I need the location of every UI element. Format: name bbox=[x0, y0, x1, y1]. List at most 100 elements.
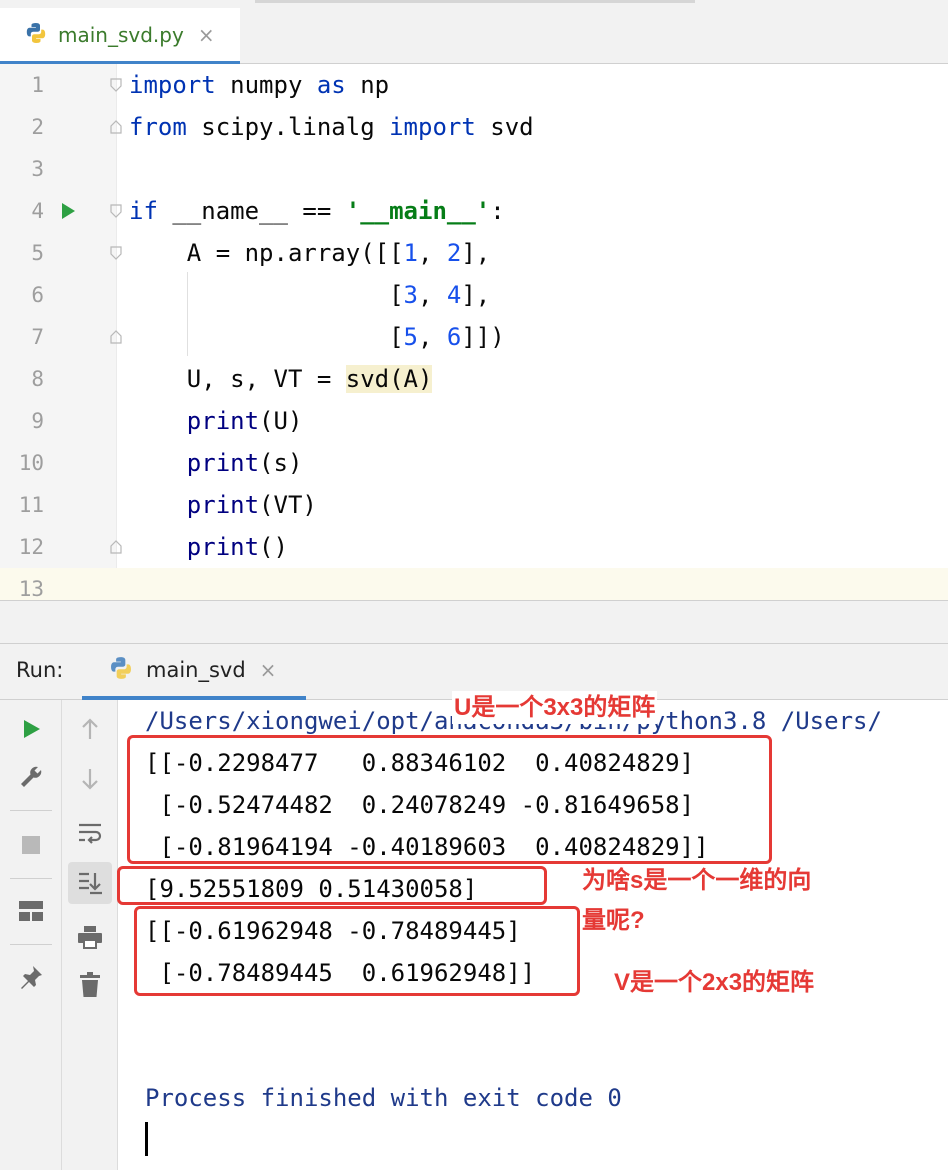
code-text: ]]) bbox=[461, 323, 505, 351]
run-toolbar-secondary bbox=[62, 700, 118, 1170]
code-editor[interactable]: 1 import numpy as np 2 from scipy.linalg… bbox=[0, 64, 948, 600]
fold-end-icon[interactable] bbox=[108, 119, 124, 135]
pin-icon[interactable] bbox=[14, 960, 48, 994]
python-run-icon bbox=[108, 655, 134, 685]
code-text: A = np.array([[ bbox=[129, 239, 404, 267]
keyword: if bbox=[129, 197, 158, 225]
tab-main-svd[interactable]: main_svd.py × bbox=[0, 8, 240, 64]
code-line-3[interactable]: 3 bbox=[0, 148, 948, 190]
line-number: 8 bbox=[31, 367, 44, 391]
s-vector-highlight-box bbox=[117, 866, 547, 905]
code-text: scipy.linalg bbox=[186, 113, 390, 141]
fold-end-icon[interactable] bbox=[108, 329, 124, 345]
keyword: as bbox=[316, 71, 346, 99]
number-literal: 1 bbox=[403, 239, 418, 267]
code-text: (U) bbox=[259, 407, 303, 435]
fold-start-icon[interactable] bbox=[108, 203, 124, 219]
close-run-tab-icon[interactable]: × bbox=[260, 658, 277, 682]
rerun-icon[interactable] bbox=[14, 712, 48, 746]
code-line-10[interactable]: 10 print(s) bbox=[0, 442, 948, 484]
number-literal: 6 bbox=[446, 323, 462, 351]
code-text: : bbox=[490, 197, 505, 225]
run-gutter-icon[interactable] bbox=[62, 203, 75, 219]
code-text: __name__ == bbox=[157, 197, 346, 225]
scroll-up-icon[interactable] bbox=[73, 712, 107, 746]
line-number: 12 bbox=[18, 535, 44, 559]
s-vector-note-line1: 为啥s是一个一维的向 bbox=[582, 867, 812, 894]
toolbar-divider bbox=[10, 944, 52, 945]
console-process-finished: Process finished with exit code 0 bbox=[145, 1084, 622, 1112]
number-literal: 4 bbox=[446, 281, 462, 309]
code-line-2[interactable]: 2 from scipy.linalg import svd bbox=[0, 106, 948, 148]
code-line-6[interactable]: 6 [3, 4], bbox=[0, 274, 948, 316]
code-text: () bbox=[259, 533, 288, 561]
tab-bar-scroll-indicator bbox=[255, 0, 695, 3]
number-literal: 2 bbox=[446, 239, 462, 267]
v-matrix-note: V是一个2x3的矩阵 bbox=[614, 969, 815, 996]
run-tab-label: main_svd bbox=[146, 658, 246, 682]
close-tab-icon[interactable]: × bbox=[198, 23, 215, 47]
fold-end-icon[interactable] bbox=[108, 539, 124, 555]
line-number: 5 bbox=[31, 241, 44, 265]
soft-wrap-icon[interactable] bbox=[73, 816, 107, 850]
trash-icon[interactable] bbox=[73, 968, 107, 1002]
toolbar-divider bbox=[10, 810, 52, 811]
code-text: [ bbox=[129, 281, 404, 309]
code-text: , bbox=[418, 239, 447, 267]
builtin-function: print bbox=[186, 533, 260, 561]
u-matrix-note: U是一个3x3的矩阵 bbox=[452, 691, 658, 724]
code-text: , bbox=[418, 281, 447, 309]
line-number: 11 bbox=[18, 493, 44, 517]
code-text: [ bbox=[129, 323, 404, 351]
python-file-icon bbox=[24, 21, 48, 49]
run-tab-main-svd[interactable]: main_svd × bbox=[82, 644, 306, 700]
code-text: ], bbox=[461, 281, 491, 309]
vt-matrix-highlight-box bbox=[134, 906, 580, 996]
line-number: 7 bbox=[31, 325, 44, 349]
stop-icon[interactable] bbox=[14, 828, 48, 862]
code-text: numpy bbox=[215, 71, 317, 99]
editor-tab-bar: main_svd.py × bbox=[0, 0, 948, 64]
number-literal: 3 bbox=[403, 281, 418, 309]
code-line-13[interactable]: 13 bbox=[0, 568, 948, 600]
code-line-9[interactable]: 9 print(U) bbox=[0, 400, 948, 442]
fold-start-icon[interactable] bbox=[108, 245, 124, 261]
builtin-function: print bbox=[186, 491, 260, 519]
line-number: 10 bbox=[18, 451, 44, 475]
code-line-12[interactable]: 12 print() bbox=[0, 526, 948, 568]
string-literal: '__main__' bbox=[345, 197, 491, 225]
code-text: np bbox=[345, 71, 390, 99]
builtin-function: print bbox=[186, 407, 260, 435]
wrench-icon[interactable] bbox=[14, 760, 48, 794]
code-line-1[interactable]: 1 import numpy as np bbox=[0, 64, 948, 106]
tab-label: main_svd.py bbox=[58, 22, 184, 47]
code-line-4[interactable]: 4 if __name__ == '__main__': bbox=[0, 190, 948, 232]
number-literal: 5 bbox=[403, 323, 418, 351]
keyword: import bbox=[129, 71, 216, 99]
code-text: U, s, VT = bbox=[129, 365, 346, 393]
code-line-5[interactable]: 5 A = np.array([[1, 2], bbox=[0, 232, 948, 274]
line-number: 3 bbox=[31, 157, 44, 181]
code-text: , bbox=[418, 323, 447, 351]
fold-start-icon[interactable] bbox=[108, 77, 124, 93]
code-line-7[interactable]: 7 [5, 6]]) bbox=[0, 316, 948, 358]
run-toolbar-primary bbox=[0, 700, 62, 1170]
keyword: import bbox=[389, 113, 476, 141]
line-number: 2 bbox=[31, 115, 44, 139]
print-icon[interactable] bbox=[73, 920, 107, 954]
line-number: 4 bbox=[31, 199, 44, 223]
scroll-to-end-icon[interactable] bbox=[68, 862, 112, 904]
panel-splitter[interactable] bbox=[0, 600, 948, 644]
code-line-11[interactable]: 11 print(VT) bbox=[0, 484, 948, 526]
highlighted-call: svd(A) bbox=[345, 365, 433, 393]
layout-icon[interactable] bbox=[14, 894, 48, 928]
run-panel-title: Run: bbox=[16, 658, 64, 682]
line-number: 1 bbox=[31, 73, 44, 97]
keyword: from bbox=[129, 113, 187, 141]
u-matrix-highlight-box bbox=[127, 735, 772, 864]
code-text: svd bbox=[475, 113, 534, 141]
code-line-8[interactable]: 8 U, s, VT = svd(A) bbox=[0, 358, 948, 400]
code-text: (VT) bbox=[259, 491, 317, 519]
code-text: ], bbox=[461, 239, 491, 267]
scroll-down-icon[interactable] bbox=[73, 762, 107, 796]
